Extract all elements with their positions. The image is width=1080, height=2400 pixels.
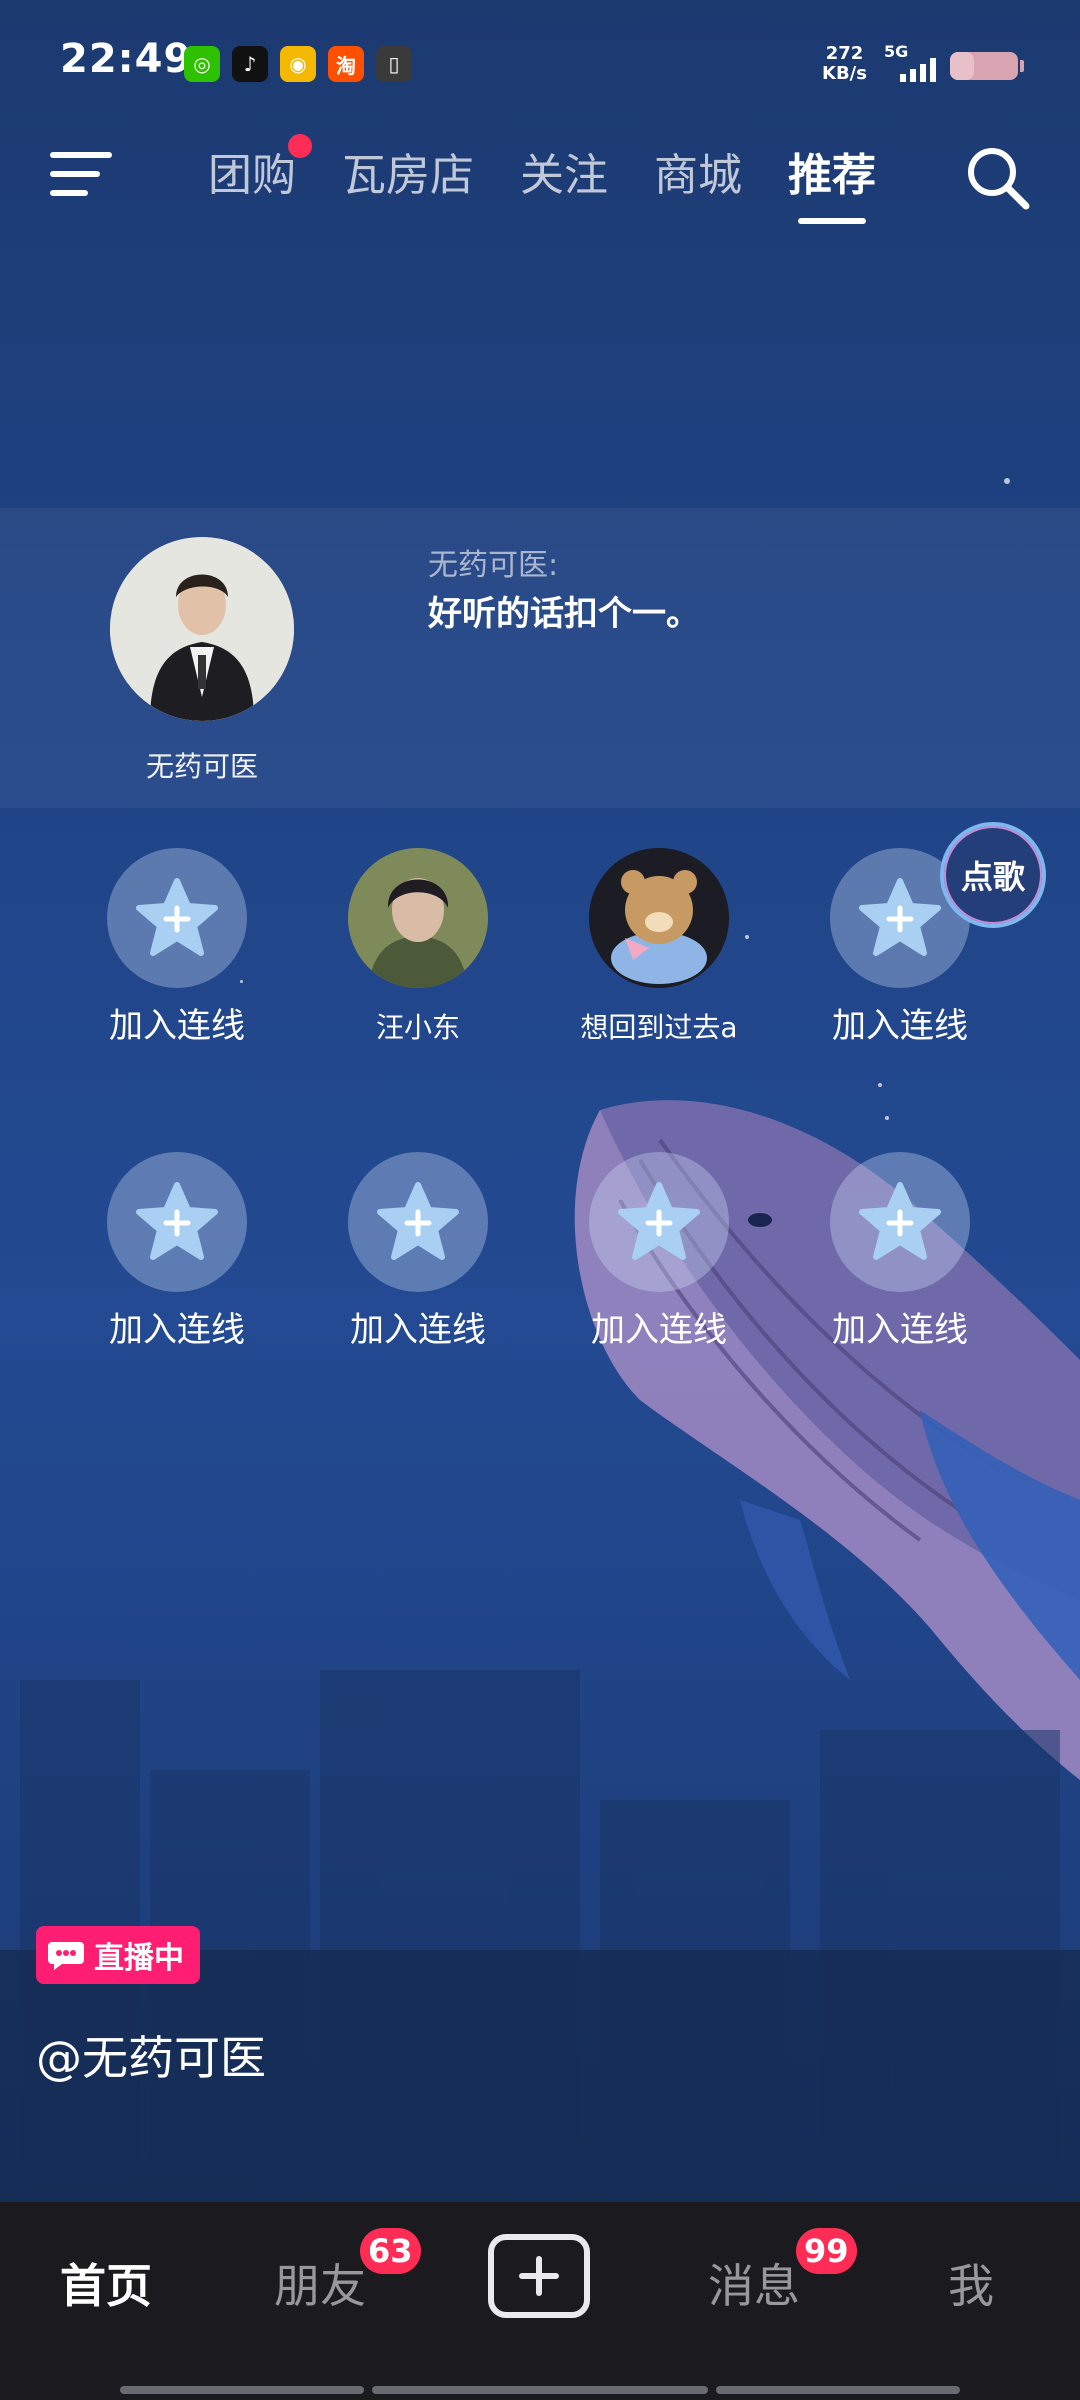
song-request-button[interactable]: 点歌 [940,822,1046,928]
chat-message: 好听的话扣个一。 [428,594,700,634]
tab-label: 团购 [208,150,296,201]
app-icon: ▯ [376,46,412,82]
seat-label: 汪小东 [375,1011,460,1044]
create-button[interactable] [488,2234,590,2318]
home-indicator[interactable] [120,2386,364,2394]
star-plus-icon [136,1182,218,1260]
star-plus-icon [859,878,941,956]
star-plus-icon [618,1182,700,1260]
bottom-nav: 首页 朋友 63 消息 99 我 [0,2202,1080,2400]
weibo-icon: ◉ [280,46,316,82]
guest-seat[interactable]: 汪小东 [298,848,538,1088]
nav-me[interactable]: 我 [948,2250,994,2316]
seat-label: 加入连线 [109,1006,245,1046]
status-bar: 22:49 ◎ ♪ ◉ 淘 ▯ 272 KB/s 5G [0,0,1080,120]
tab-label: 关注 [520,150,608,201]
seat-label: 加入连线 [832,1310,968,1350]
host-name: 无药可医 [145,750,258,783]
join-seat-circle [830,1152,970,1292]
messages-badge: 99 [796,2228,857,2274]
seat-label: 加入连线 [591,1310,727,1350]
nav-friends[interactable]: 朋友 [274,2250,366,2316]
seat-label: 想回到过去a [580,1011,738,1044]
wechat-icon: ◎ [184,46,220,82]
join-seat-circle [589,1152,729,1292]
menu-icon[interactable] [50,150,112,200]
notification-app-icons: ◎ ♪ ◉ 淘 ▯ [184,46,412,82]
tab-group-buy[interactable]: 团购 [208,134,312,220]
search-icon[interactable] [962,142,1032,212]
tab-label: 推荐 [788,150,876,201]
tiktok-icon: ♪ [232,46,268,82]
tab-following[interactable]: 关注 [520,140,608,220]
join-seat-circle [348,1152,488,1292]
join-seat[interactable]: 加入连线 [298,1152,538,1392]
join-seat-circle [107,848,247,988]
network-speed: 272 KB/s [822,44,867,84]
friends-badge: 63 [360,2228,421,2274]
tab-label: 商城 [654,150,742,201]
taobao-icon: 淘 [328,46,364,82]
guest-avatar [348,848,488,988]
seat-label: 加入连线 [832,1006,968,1046]
chat-username: 无药可医: [428,548,559,583]
top-tabs: 团购 瓦房店 关注 商城 推荐 [208,134,922,224]
tab-local[interactable]: 瓦房店 [342,140,474,220]
host-avatar-image [110,537,294,721]
guest-avatar [589,848,729,988]
join-seat[interactable]: 加入连线 [780,1152,1020,1392]
nav-home[interactable]: 首页 [60,2250,152,2316]
join-seat-circle [107,1152,247,1292]
tab-label: 瓦房店 [342,150,474,201]
live-badge[interactable]: 直播中 [36,1926,200,1984]
network-speed-value: 272 [825,43,864,64]
home-indicator[interactable] [372,2386,708,2394]
join-seat[interactable]: 加入连线 [57,1152,297,1392]
join-seat[interactable]: 加入连线 [539,1152,779,1392]
guest-seat[interactable]: 想回到过去a [539,848,779,1088]
status-time: 22:49 [60,36,193,82]
join-seat[interactable]: 加入连线 [57,848,297,1088]
live-chat-icon [48,1942,84,1970]
guest-avatar-image [589,848,729,988]
seat-label: 加入连线 [109,1310,245,1350]
battery-icon [950,52,1024,80]
nav-messages[interactable]: 消息 [708,2250,800,2316]
notification-dot [288,134,312,158]
home-indicator[interactable] [716,2386,960,2394]
seat-label: 加入连线 [350,1310,486,1350]
star-plus-icon [859,1182,941,1260]
battery-level [950,52,974,80]
star-plus-icon [136,878,218,956]
tab-mall[interactable]: 商城 [654,140,742,220]
star-plus-icon [377,1182,459,1260]
live-badge-label: 直播中 [94,1941,184,1976]
guest-avatar-image [348,848,488,988]
streamer-handle[interactable]: @无药可医 [36,2022,266,2088]
host-avatar[interactable] [110,537,294,721]
network-speed-unit: KB/s [822,63,867,84]
signal-icon [900,58,936,82]
tab-recommend[interactable]: 推荐 [788,140,876,224]
